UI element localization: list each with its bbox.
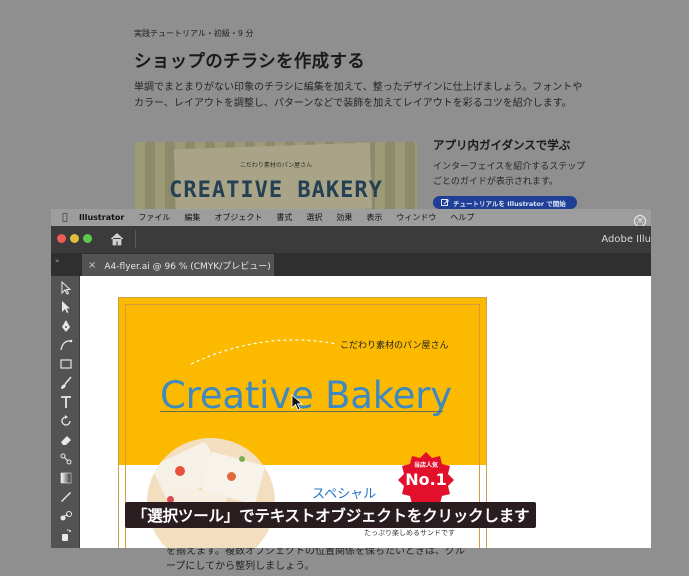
document-tabbar: » × A4-flyer.ai @ 96 % (CMYK/プレビュー) (51, 254, 651, 276)
no1-seal-badge[interactable]: 当店人気 No.1 (396, 450, 456, 510)
seal-label: 当店人気 (413, 462, 438, 469)
seal-number: No.1 (405, 470, 447, 489)
tutorial-meta: 実践チュートリアル・初級・9 分 (134, 29, 254, 38)
rotate-tool-icon[interactable] (58, 413, 73, 428)
curvature-tool-icon[interactable] (58, 337, 73, 352)
menu-effect[interactable]: 効果 (336, 212, 352, 223)
gradient-tool-icon[interactable] (58, 470, 73, 485)
open-in-app-icon (441, 198, 449, 206)
tutorial-intro: 単調でまとまりがない印象のチラシに編集を加えて、整ったデザインに仕上げましょう。… (134, 82, 583, 109)
flyer-subcopy[interactable]: たっぷり楽しめるサンドです (364, 528, 455, 538)
window-minimize-button[interactable] (70, 234, 79, 243)
mouse-pointer-icon (291, 394, 304, 411)
menu-view[interactable]: 表示 (366, 212, 382, 223)
window-zoom-button[interactable] (83, 234, 92, 243)
rectangle-tool-icon[interactable] (58, 356, 73, 371)
apple-icon[interactable]:  (51, 213, 79, 223)
direct-selection-tool-icon[interactable] (58, 299, 73, 314)
tutorial-outro: を揃えます。複数オブジェクトの位置関係を保ちたいときは、グループにしてから整列し… (166, 546, 465, 572)
banner-logo-text: CREATIVE BAKERY (169, 178, 383, 203)
mac-menubar:  Illustrator ファイル 編集 オブジェクト 書式 選択 効果 表示… (51, 209, 651, 226)
tools-panel (51, 276, 80, 548)
app-title: Adobe Illu (601, 234, 651, 245)
menu-type[interactable]: 書式 (276, 212, 292, 223)
eyedropper-tool-icon[interactable] (58, 489, 73, 504)
menu-object[interactable]: オブジェクト (214, 212, 262, 223)
flyer-tagline[interactable]: こだわり素材のパン屋さん (340, 338, 448, 351)
puppet-warp-tool-icon[interactable] (58, 451, 73, 466)
paintbrush-tool-icon[interactable] (58, 375, 73, 390)
eraser-tool-icon[interactable] (58, 432, 73, 447)
symbol-sprayer-tool-icon[interactable] (58, 527, 73, 542)
expand-panels-icon[interactable]: » (55, 257, 59, 265)
pen-tool-icon[interactable] (58, 318, 73, 333)
home-icon[interactable] (109, 231, 125, 247)
guidance-text: インターフェイスを紹介するステップごとのガイドが表示されます。 (433, 162, 586, 187)
page-title: ショップのチラシを作成する (134, 52, 366, 72)
type-tool-icon[interactable] (58, 394, 73, 409)
blend-tool-icon[interactable] (58, 508, 73, 523)
document-tab-label: A4-flyer.ai @ 96 % (CMYK/プレビュー) (104, 261, 271, 272)
banner-tagline: こだわり素材のパン屋さん (239, 162, 313, 169)
menu-select[interactable]: 選択 (306, 212, 322, 223)
menu-app[interactable]: Illustrator (79, 213, 124, 222)
start-tutorial-label: チュートリアルを Illustrator で開始 (453, 199, 566, 208)
tutorial-banner-image: こだわり素材のパン屋さん CREATIVE BAKERY (135, 142, 417, 212)
menu-edit[interactable]: 編集 (184, 212, 200, 223)
document-tab[interactable]: × A4-flyer.ai @ 96 % (CMYK/プレビュー) (82, 254, 274, 276)
tutorial-caption: 「選択ツール」でテキストオブジェクトをクリックします (125, 502, 537, 528)
menu-window[interactable]: ウィンドウ (396, 212, 436, 223)
flyer-special-heading[interactable]: スペシャル (312, 483, 376, 502)
window-close-button[interactable] (57, 234, 66, 243)
decorative-arc (190, 339, 338, 365)
guidance-heading: アプリ内ガイダンスで学ぶ (433, 138, 571, 152)
selection-tool-icon[interactable] (58, 280, 73, 295)
close-tab-icon[interactable]: × (88, 260, 96, 271)
start-tutorial-button[interactable]: チュートリアルを Illustrator で開始 (433, 196, 577, 209)
app-titlebar: Adobe Illu (51, 226, 651, 254)
menu-help[interactable]: ヘルプ (450, 212, 474, 223)
menu-file[interactable]: ファイル (138, 212, 170, 223)
